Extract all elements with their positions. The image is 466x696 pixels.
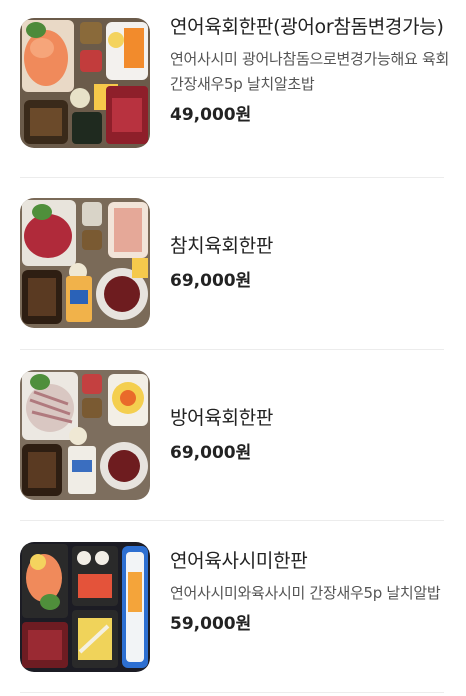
food-platter-photo-icon <box>20 370 150 500</box>
menu-item-price: 59,000원 <box>170 614 252 634</box>
divider <box>20 692 444 693</box>
menu-item-description: 연어사시미와육사시미 간장새우5p 날치알밥 <box>170 584 441 602</box>
menu-item-price: 69,000원 <box>170 443 252 463</box>
menu-item-photo[interactable] <box>20 542 150 672</box>
menu-item-salmon-yukhoe-platter[interactable]: 연어육회한판(광어or참돔변경가능) 연어사시미 광어나참돔으로변경가능해요 육… <box>20 16 449 158</box>
menu-item-name: 방어육회한판 <box>170 407 274 429</box>
divider <box>20 349 444 350</box>
menu-list: 연어육회한판(광어or참돔변경가능) 연어사시미 광어나참돔으로변경가능해요 육… <box>0 0 466 696</box>
divider <box>20 177 444 178</box>
menu-item-photo[interactable] <box>20 370 150 500</box>
menu-item-tuna-yukhoe-platter[interactable]: 참치육회한판 69,000원 <box>20 198 444 328</box>
menu-item-salmon-yuk-sashimi-platter[interactable]: 연어육사시미한판 연어사시미와육사시미 간장새우5p 날치알밥 59,000원 <box>20 542 444 672</box>
menu-item-photo[interactable] <box>20 18 150 148</box>
menu-item-name: 연어육회한판(광어or참돔변경가능) <box>170 16 444 38</box>
menu-item-price: 49,000원 <box>170 105 252 125</box>
menu-item-photo[interactable] <box>20 198 150 328</box>
menu-item-yellowtail-yukhoe-platter[interactable]: 방어육회한판 69,000원 <box>20 370 444 500</box>
menu-item-name: 연어육사시미한판 <box>170 550 308 572</box>
food-platter-photo-icon <box>20 198 150 328</box>
menu-item-price: 69,000원 <box>170 271 252 291</box>
food-platter-photo-icon <box>20 18 150 148</box>
menu-item-description: 연어사시미 광어나참돔으로변경가능해요 육회 간장새우5p 날치알초밥 <box>170 50 449 93</box>
menu-item-name: 참치육회한판 <box>170 235 274 257</box>
food-platter-photo-icon <box>20 542 150 672</box>
divider <box>20 520 444 521</box>
